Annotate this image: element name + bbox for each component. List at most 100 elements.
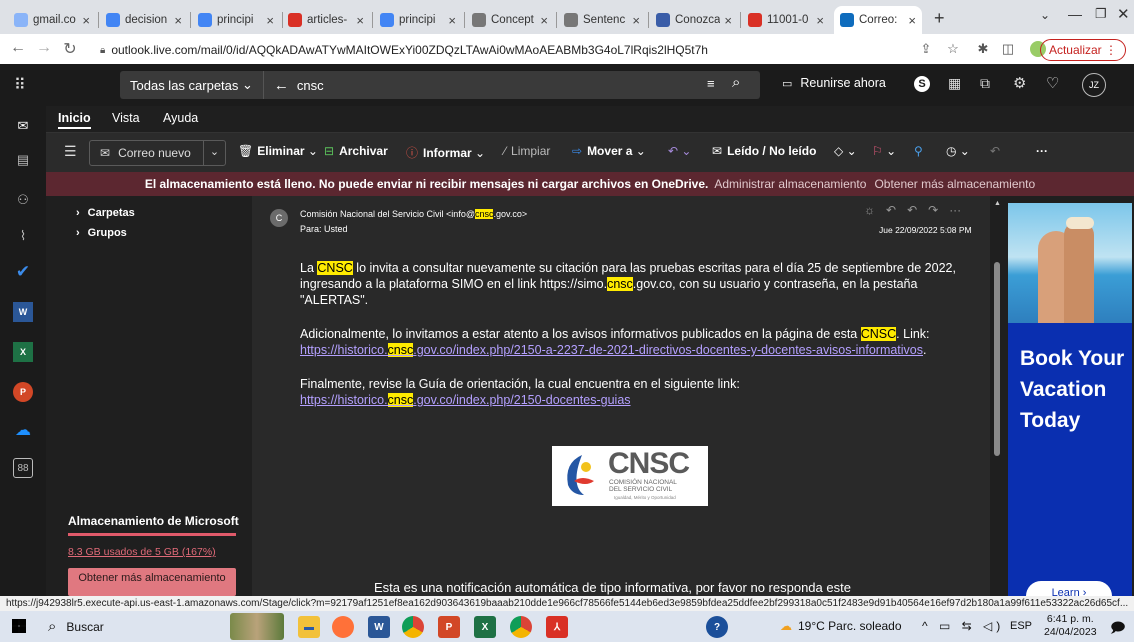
- hamburger-icon[interactable]: ☰: [64, 143, 77, 160]
- tab-vista[interactable]: Vista: [112, 111, 140, 125]
- back-arrow-icon[interactable]: ←: [274, 77, 289, 94]
- close-tab-icon[interactable]: ×: [724, 13, 732, 28]
- settings-gear-icon[interactable]: ⚙: [1013, 74, 1026, 92]
- close-tab-icon[interactable]: ×: [356, 13, 364, 28]
- new-mail-button[interactable]: ✉ Correo nuevo ⌄: [89, 140, 226, 166]
- browser-tab[interactable]: Correo: ×: [834, 6, 922, 34]
- chrome-taskbar-icon[interactable]: [402, 616, 424, 638]
- new-tab-button[interactable]: +: [934, 8, 945, 29]
- archive-button[interactable]: ⊟ Archivar: [324, 144, 388, 158]
- app-launcher-icon[interactable]: ⠿: [14, 75, 26, 95]
- bookmark-star-icon[interactable]: ☆: [945, 41, 961, 57]
- powerpoint-taskbar-icon[interactable]: P: [438, 616, 460, 638]
- user-avatar[interactable]: JZ: [1082, 73, 1106, 97]
- extensions-icon[interactable]: ✱: [975, 41, 991, 57]
- more-icon[interactable]: ···: [949, 203, 961, 217]
- reload-button[interactable]: ↻: [58, 39, 82, 59]
- excel-icon[interactable]: X: [13, 342, 33, 362]
- attachments-icon[interactable]: ⌇: [13, 226, 33, 246]
- folder-scope-dropdown[interactable]: Todas las carpetas ⌄: [120, 71, 264, 99]
- reply-all-button[interactable]: ↶ ⌄: [668, 144, 691, 158]
- excel-taskbar-icon[interactable]: X: [474, 616, 496, 638]
- calendar-icon[interactable]: ▤: [13, 150, 33, 170]
- manage-storage-link[interactable]: Administrar almacenamiento: [714, 177, 866, 191]
- pin-icon[interactable]: ⚲: [914, 144, 923, 158]
- system-tray[interactable]: ^ ▭ ⇆ ◁): [922, 619, 1004, 633]
- browser-tab[interactable]: principi ×: [192, 6, 280, 34]
- clock[interactable]: 6:41 p. m. 24/04/2023: [1044, 613, 1097, 639]
- firefox-icon[interactable]: [332, 616, 354, 638]
- word-icon[interactable]: W: [13, 302, 33, 322]
- notifications-icon[interactable]: 🗩︎: [1110, 617, 1126, 641]
- pdf-taskbar-icon[interactable]: ⅄: [546, 616, 568, 638]
- office-apps-icon[interactable]: ▦: [948, 75, 961, 92]
- more-apps-icon[interactable]: 88: [13, 458, 33, 478]
- powerpoint-icon[interactable]: P: [13, 382, 33, 402]
- forward-button[interactable]: →: [32, 39, 56, 57]
- ad-banner[interactable]: Book Your Vacation Today Learn ›: [1008, 203, 1132, 596]
- move-to-button[interactable]: ⇨ Mover a ⌄: [572, 144, 646, 158]
- tab-ayuda[interactable]: Ayuda: [163, 111, 198, 125]
- word-taskbar-icon[interactable]: W: [368, 616, 390, 638]
- report-button[interactable]: ⓘ Informar ⌄: [406, 144, 485, 161]
- delete-button[interactable]: 🗑︎ Eliminar ⌄: [238, 144, 318, 158]
- back-button[interactable]: ←: [6, 39, 30, 57]
- browser-tab[interactable]: gmail.co ×: [8, 6, 96, 34]
- maximize-button[interactable]: ❐: [1095, 6, 1107, 22]
- scroll-thumb[interactable]: [994, 262, 1000, 456]
- close-tab-icon[interactable]: ×: [82, 13, 90, 28]
- get-more-storage-link[interactable]: Obtener más almacenamiento: [874, 177, 1035, 191]
- undo-icon[interactable]: ↶: [990, 144, 1000, 158]
- close-tab-icon[interactable]: ×: [540, 13, 548, 28]
- browser-tab[interactable]: 11001-0 ×: [742, 6, 830, 34]
- forward-icon[interactable]: ↷: [928, 203, 938, 217]
- snooze-button[interactable]: ◷ ⌄: [946, 144, 970, 158]
- filter-icon[interactable]: ≡: [707, 76, 715, 91]
- browser-tab[interactable]: principi ×: [374, 6, 462, 34]
- meet-now-button[interactable]: ▭ Reunirse ahora: [782, 76, 886, 90]
- sender-line[interactable]: Comisión Nacional del Servicio Civil <in…: [300, 209, 527, 219]
- people-icon[interactable]: ⚇: [13, 190, 33, 210]
- close-tab-icon[interactable]: ×: [816, 13, 824, 28]
- scroll-up-arrow[interactable]: ▲: [994, 200, 1001, 207]
- search-input[interactable]: [296, 77, 717, 93]
- onedrive-icon[interactable]: ☁: [13, 420, 33, 440]
- browser-tab[interactable]: decision ×: [100, 6, 188, 34]
- reply-all-icon[interactable]: ↶: [907, 203, 917, 217]
- avisos-link[interactable]: https://historico.cnsc.gov.co/index.php/…: [300, 343, 923, 357]
- sweep-button[interactable]: ⁄ Limpiar: [504, 144, 550, 158]
- sun-icon[interactable]: ☼: [864, 203, 875, 217]
- file-explorer-icon[interactable]: ▬: [298, 616, 320, 638]
- mail-icon[interactable]: ✉: [13, 116, 33, 136]
- groups-group[interactable]: › Grupos: [76, 227, 127, 239]
- windows-start-icon[interactable]: [12, 619, 26, 633]
- browser-tab[interactable]: articles- ×: [282, 6, 370, 34]
- tips-lightbulb-icon[interactable]: ♡: [1046, 74, 1059, 92]
- storage-usage[interactable]: 8.3 GB usados de 5 GB (167%): [68, 546, 216, 558]
- browser-tab[interactable]: Sentenc ×: [558, 6, 646, 34]
- flag-button[interactable]: ⚐ ⌄: [872, 144, 896, 158]
- reply-icon[interactable]: ↶: [886, 203, 896, 217]
- more-options-icon[interactable]: ···: [1036, 144, 1048, 158]
- tab-search-icon[interactable]: ⌄: [1040, 8, 1050, 22]
- categorize-button[interactable]: ◇ ⌄: [834, 144, 857, 158]
- folders-group[interactable]: › Carpetas: [76, 207, 135, 219]
- help-icon[interactable]: ?: [706, 616, 728, 638]
- tab-inicio[interactable]: Inicio: [58, 111, 91, 129]
- close-tab-icon[interactable]: ×: [448, 13, 456, 28]
- share-icon[interactable]: ⇪: [918, 41, 934, 57]
- get-more-storage-button[interactable]: Obtener más almacenamiento: [68, 568, 236, 596]
- update-browser-button[interactable]: Actualizar ⋮: [1039, 39, 1126, 61]
- close-tab-icon[interactable]: ×: [174, 13, 182, 28]
- browser-tab[interactable]: Concept ×: [466, 6, 554, 34]
- new-mail-dropdown[interactable]: ⌄: [203, 141, 225, 165]
- browser-tab[interactable]: Conozca ×: [650, 6, 738, 34]
- todo-check-icon[interactable]: ✔: [13, 262, 33, 282]
- search-icon[interactable]: ⌕: [732, 74, 740, 91]
- reading-scrollbar[interactable]: ▲: [990, 196, 1006, 596]
- url-field[interactable]: 🔒︎ outlook.live.com/mail/0/id/AQQkADAwAT…: [100, 39, 980, 61]
- close-window-button[interactable]: ✕: [1117, 5, 1130, 23]
- side-panel-icon[interactable]: ◫: [1000, 41, 1016, 57]
- read-unread-button[interactable]: ✉ Leído / No leído: [712, 144, 816, 158]
- ad-cta-button[interactable]: Learn ›: [1026, 581, 1112, 596]
